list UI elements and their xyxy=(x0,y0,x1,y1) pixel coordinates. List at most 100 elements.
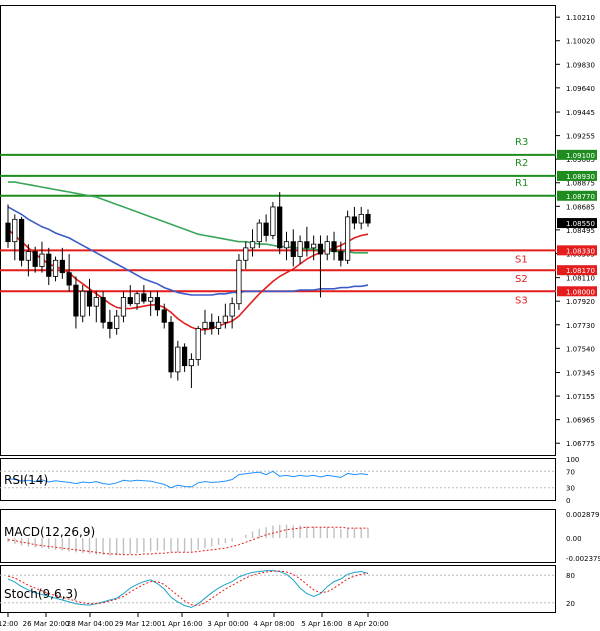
candle-body xyxy=(52,259,59,277)
time-tick-label: 1 Apr 16:00 xyxy=(161,620,202,628)
price-tick-label: 1.09255 xyxy=(566,133,595,141)
level-name-s2: S2 xyxy=(515,274,528,285)
candle-body xyxy=(263,222,269,236)
candle-body xyxy=(283,241,290,249)
candle-body xyxy=(365,213,371,224)
price-tick-label: 1.08685 xyxy=(566,203,595,211)
candle-body xyxy=(18,218,25,261)
candle-body xyxy=(297,241,303,257)
candle-body xyxy=(39,253,45,267)
candle-body xyxy=(358,213,364,224)
time-tick-label: 28 Mar 04:00 xyxy=(67,620,114,628)
candle-body xyxy=(32,251,38,267)
level-name-r3: R3 xyxy=(515,137,528,148)
level-name-r2: R2 xyxy=(515,158,528,169)
candle-body xyxy=(107,321,113,329)
candle-body xyxy=(270,206,276,236)
candle-body xyxy=(154,297,161,311)
price-tick-label: 1.07920 xyxy=(566,298,595,306)
macd-tick-label: -0.002379 xyxy=(566,555,600,563)
price-tick-label: 1.06965 xyxy=(566,417,595,425)
rsi-tick-label: 0 xyxy=(566,497,570,505)
price-axis: 1.10210 1.10020 1.09830 1.09640 1.09445 1.092… xyxy=(556,14,595,448)
candle-body xyxy=(229,303,235,317)
price-tick-label: 1.08110 xyxy=(566,275,595,283)
level-price-label: 1.08330 xyxy=(566,247,595,255)
macd-tick-label: 0.00 xyxy=(566,535,582,543)
candle-body xyxy=(304,241,310,249)
candle-body xyxy=(351,216,358,224)
candle-body xyxy=(236,259,242,305)
level-price-label: 1.09100 xyxy=(566,152,595,160)
trading-chart[interactable]: 1.10210 1.10020 1.09830 1.09640 1.09445 1.092… xyxy=(0,0,600,631)
time-tick-label: 8 Apr 20:00 xyxy=(347,620,388,628)
rsi-tick-label: 100 xyxy=(566,456,579,464)
stoch-panel[interactable] xyxy=(0,565,556,613)
time-tick-label: 5 Apr 16:00 xyxy=(301,620,342,628)
candle-body xyxy=(93,297,99,307)
candle-body xyxy=(195,328,201,360)
candle-body xyxy=(73,284,79,317)
time-tick-label: 3 Apr 00:00 xyxy=(207,620,248,628)
candle-body xyxy=(148,297,154,302)
candle-body xyxy=(141,293,147,302)
level-name-r1: R1 xyxy=(515,178,528,189)
candle-body xyxy=(161,309,167,323)
candle-body xyxy=(249,241,256,249)
candle-body xyxy=(175,346,181,373)
candle-body xyxy=(80,290,86,317)
candle-body xyxy=(202,321,208,329)
current-price-marker: 1.08550 xyxy=(557,218,597,229)
price-tick-label: 1.07540 xyxy=(566,345,595,353)
candle-body xyxy=(66,272,72,286)
price-tick-label: 1.09830 xyxy=(566,61,595,69)
time-tick-label: 29 Mar 12:00 xyxy=(115,620,162,628)
time-axis: 12:00 26 Mar 20:0028 Mar 04:00 29 Mar 12:0… xyxy=(0,613,389,628)
candle-body xyxy=(311,243,317,249)
candle-body xyxy=(331,241,337,252)
stoch-label: Stoch(9,6,3) xyxy=(4,587,78,601)
stoch-tick-label: 80 xyxy=(566,572,575,580)
price-tick-label: 1.07730 xyxy=(566,322,595,330)
candle-body xyxy=(12,218,18,243)
price-tick-label: 1.09640 xyxy=(566,85,595,93)
candle-body xyxy=(290,241,296,257)
price-tick-label: 1.08875 xyxy=(566,180,595,188)
level-name-s1: S1 xyxy=(515,254,528,265)
level-price-label: 1.08170 xyxy=(566,267,595,275)
candle-body xyxy=(134,293,140,305)
candle-body xyxy=(182,346,188,367)
candle-body xyxy=(209,321,215,329)
price-tick-label: 1.10210 xyxy=(566,14,595,22)
candle-body xyxy=(345,216,351,261)
candle-body xyxy=(46,253,52,277)
rsi-tick-label: 30 xyxy=(566,485,575,493)
level-name-s3: S3 xyxy=(515,295,528,306)
level-price-label: 1.08770 xyxy=(566,193,595,201)
candle-body xyxy=(243,247,249,261)
price-tick-label: 1.07345 xyxy=(566,370,595,378)
candle-body xyxy=(127,297,133,305)
candle-body xyxy=(5,222,11,243)
macd-tick-label: 0.002879 xyxy=(566,511,599,519)
macd-label: MACD(12,26,9) xyxy=(4,525,95,539)
level-price-label: 1.08000 xyxy=(566,288,595,296)
candle-body xyxy=(86,290,93,307)
rsi-tick-label: 70 xyxy=(566,468,575,476)
price-tick-label: 1.07155 xyxy=(566,393,595,401)
candle-body xyxy=(168,321,174,373)
rsi-label: RSI(14) xyxy=(4,473,48,487)
price-tick-label: 1.09445 xyxy=(566,109,595,117)
time-tick-label: 4 Apr 08:00 xyxy=(253,620,294,628)
candle-body xyxy=(25,251,31,261)
candle-body xyxy=(222,315,228,323)
rsi-panel[interactable] xyxy=(0,458,556,501)
price-tick-label: 1.08495 xyxy=(566,227,595,235)
candle-body xyxy=(188,359,194,367)
current-price-label: 1.08550 xyxy=(566,220,595,228)
candle-body xyxy=(324,241,330,255)
candle-body xyxy=(100,297,106,323)
candle-body xyxy=(59,259,65,274)
candle-body xyxy=(277,206,283,249)
candle-body xyxy=(114,315,120,329)
